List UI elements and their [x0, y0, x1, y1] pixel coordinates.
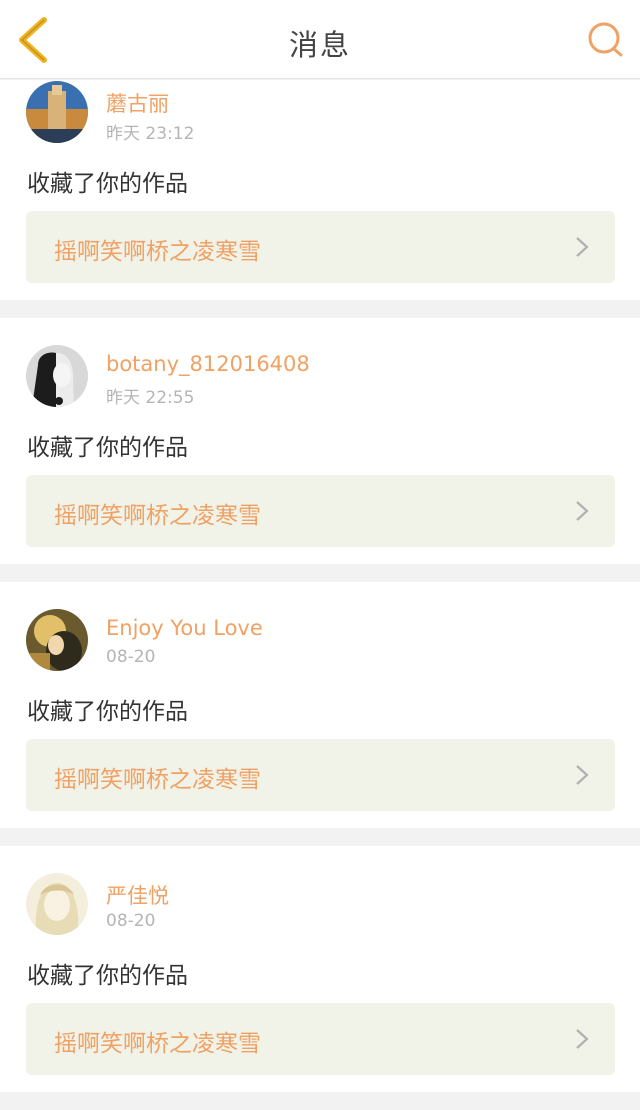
message-card: 严佳悦 08-20 收藏了你的作品 摇啊笑啊桥之凌寒雪 — [0, 846, 640, 1092]
search-icon[interactable] — [586, 20, 626, 60]
work-link[interactable]: 摇啊笑啊桥之凌寒雪 — [26, 211, 615, 283]
message-card: Enjoy You Love 08-20 收藏了你的作品 摇啊笑啊桥之凌寒雪 — [0, 582, 640, 828]
chevron-right-icon — [576, 237, 589, 257]
work-title: 摇啊笑啊桥之凌寒雪 — [54, 767, 261, 793]
work-title: 摇啊笑啊桥之凌寒雪 — [54, 239, 261, 265]
chevron-right-icon — [576, 1029, 589, 1049]
action-text: 收藏了你的作品 — [27, 171, 188, 197]
chevron-right-icon — [576, 501, 589, 521]
action-text: 收藏了你的作品 — [27, 963, 188, 989]
timestamp: 昨天 23:12 — [106, 124, 195, 144]
work-title: 摇啊笑啊桥之凌寒雪 — [54, 1031, 261, 1057]
work-title: 摇啊笑啊桥之凌寒雪 — [54, 503, 261, 529]
username[interactable]: 蘑古丽 — [106, 88, 169, 118]
avatar[interactable] — [26, 873, 88, 935]
message-card: botany_812016408 昨天 22:55 收藏了你的作品 摇啊笑啊桥之… — [0, 318, 640, 564]
avatar[interactable] — [26, 81, 88, 143]
timestamp: 08-20 — [106, 647, 156, 667]
action-text: 收藏了你的作品 — [27, 435, 188, 461]
chevron-right-icon — [576, 765, 589, 785]
work-link[interactable]: 摇啊笑啊桥之凌寒雪 — [26, 1003, 615, 1075]
work-link[interactable]: 摇啊笑啊桥之凌寒雪 — [26, 739, 615, 811]
top-nav-bar: 消息 — [0, 0, 640, 79]
message-list: 蘑古丽 昨天 23:12 收藏了你的作品 摇啊笑啊桥之凌寒雪 botany_81… — [0, 80, 640, 1110]
work-link[interactable]: 摇啊笑啊桥之凌寒雪 — [26, 475, 615, 547]
timestamp: 08-20 — [106, 911, 156, 931]
username[interactable]: 严佳悦 — [106, 880, 169, 910]
page-title: 消息 — [288, 28, 351, 62]
avatar[interactable] — [26, 609, 88, 671]
avatar[interactable] — [26, 345, 88, 407]
timestamp: 昨天 22:55 — [106, 388, 195, 408]
username[interactable]: Enjoy You Love — [106, 616, 263, 640]
username[interactable]: botany_812016408 — [106, 352, 310, 376]
action-text: 收藏了你的作品 — [27, 699, 188, 725]
message-card: 蘑古丽 昨天 23:12 收藏了你的作品 摇啊笑啊桥之凌寒雪 — [0, 80, 640, 300]
